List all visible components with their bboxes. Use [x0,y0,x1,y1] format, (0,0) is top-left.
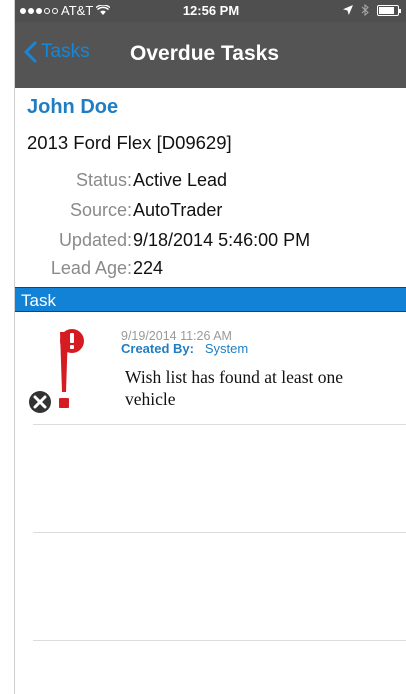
lead-status-value: Active Lead [133,170,228,190]
task-created-by-label: Created By: [121,341,194,356]
lead-source-value: AutoTrader [133,200,223,220]
lead-updated-label: Updated: [58,230,132,250]
navigation-bar: Tasks Overdue Tasks [15,22,406,88]
task-description: Wish list has found at least one vehicle [125,367,344,409]
lead-vehicle: 2013 Ford Flex [D09629] [27,132,232,153]
overdue-alert-icon [29,329,84,413]
task-created-by-value: System [204,341,249,356]
location-arrow-icon [343,5,353,15]
lead-status-label: Status: [75,170,132,190]
back-button[interactable]: Tasks [23,41,90,63]
list-divider [33,424,406,425]
chevron-left-icon [24,41,37,63]
lead-age-value: 224 [133,258,164,278]
task-list-item[interactable]: 9/19/2014 11:26 AM Created By: System Wi… [15,312,406,424]
bluetooth-icon [361,4,369,16]
status-right [343,4,401,16]
task-section-header: Task [15,287,406,312]
status-bar: AT&T 12:56 PM [15,0,406,22]
lead-age-label: Lead Age: [50,258,132,278]
back-button-label: Tasks [41,41,90,62]
page-title: Overdue Tasks [130,42,280,65]
battery-icon [377,4,401,16]
task-created-by: Created By: System [121,341,248,356]
phone-screen: AT&T 12:56 PM Tasks Overdue Tasks John D… [14,0,406,694]
list-divider [33,532,406,533]
list-divider [33,640,406,641]
lead-updated-value: 9/18/2014 5:46:00 PM [133,230,311,250]
lead-name[interactable]: John Doe [27,96,118,119]
lead-source-label: Source: [69,200,132,220]
